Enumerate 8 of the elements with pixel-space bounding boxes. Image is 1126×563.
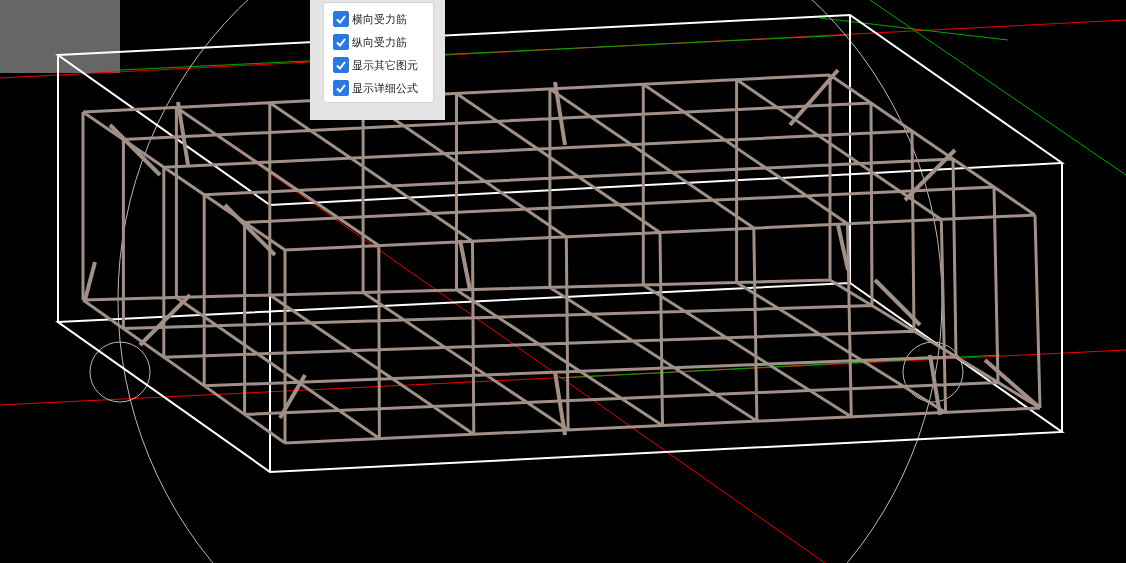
checkbox[interactable] [333, 80, 349, 96]
option-label: 显示详细公式 [352, 80, 418, 96]
checkbox[interactable] [333, 57, 349, 73]
checkbox[interactable] [333, 34, 349, 50]
checkbox[interactable] [333, 11, 349, 27]
option-label: 纵向受力筋 [352, 34, 407, 50]
option-label: 横向受力筋 [352, 11, 407, 27]
option-label: 显示其它图元 [352, 57, 418, 73]
